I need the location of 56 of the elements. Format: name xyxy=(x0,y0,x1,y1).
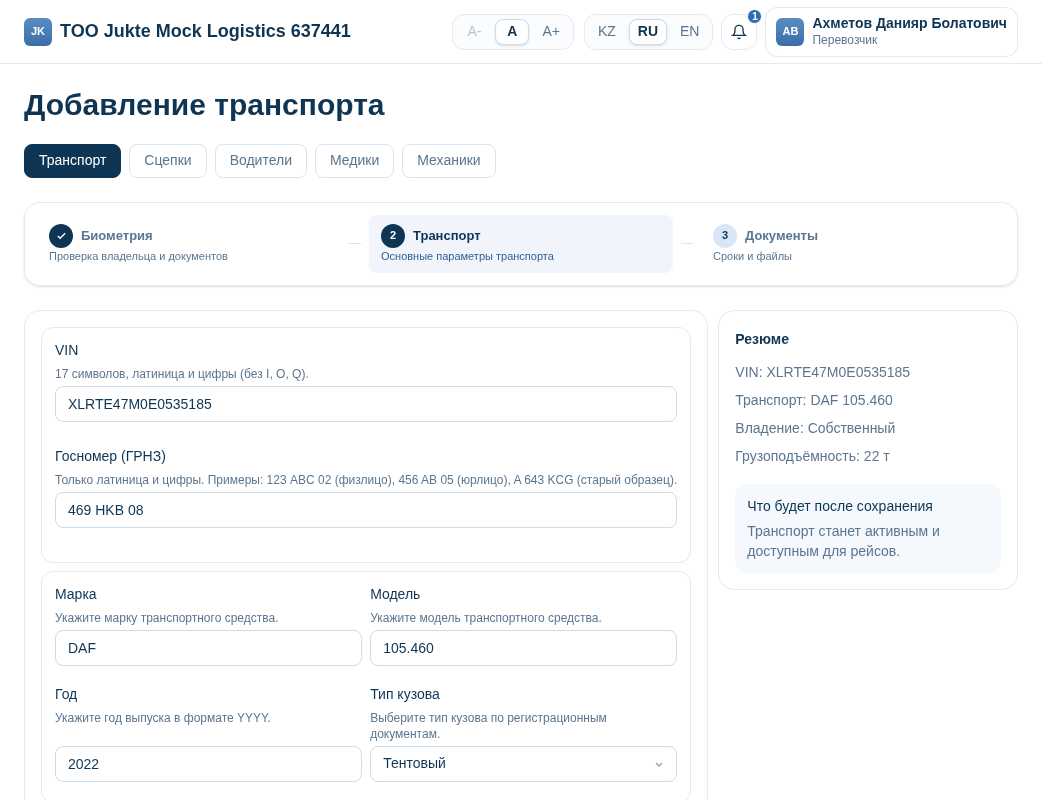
input-field[interactable]: XLRTE47M0E0535185 xyxy=(55,385,678,422)
step-subtitle: Проверка владельца и документов xyxy=(49,248,229,264)
current-step[interactable]: 2 Транспорт Основные параметры транспорта xyxy=(369,214,673,273)
step-number: 3 xyxy=(713,223,737,248)
field-label: Госномер (ГРНЗ) xyxy=(55,446,167,466)
step[interactable]: 3 Документы Сроки и файлы xyxy=(701,214,1005,273)
toggle-option[interactable]: RU xyxy=(628,18,667,45)
tab[interactable]: Механики xyxy=(402,143,496,178)
summary-title: Резюме xyxy=(735,329,790,349)
step[interactable]: Биометрия Проверка владельца и документов xyxy=(37,214,341,273)
user-name: Ахметов Данияр Болатович xyxy=(812,15,1007,33)
step-subtitle: Сроки и файлы xyxy=(713,248,794,264)
bell-icon xyxy=(731,23,748,40)
user-role: Перевозчик xyxy=(812,32,879,48)
page-title: Добавление транспорта xyxy=(24,87,386,123)
field-label: Модель xyxy=(370,584,422,604)
step-number: 2 xyxy=(381,223,405,248)
step-subtitle: Основные параметры транспорта xyxy=(381,248,555,264)
select-value: Тентовый xyxy=(383,754,446,773)
summary-line: Транспорт: DAF 105.460 xyxy=(735,390,894,410)
toggle-option[interactable]: EN xyxy=(671,18,709,45)
user-avatar: AB xyxy=(776,17,805,46)
field-label: Год xyxy=(55,684,79,704)
tab[interactable]: Транспорт xyxy=(24,143,122,178)
notification-badge: 1 xyxy=(747,8,763,24)
input-field[interactable]: 469 HKB 08 xyxy=(55,491,678,528)
field-label: Тип кузова xyxy=(370,684,441,704)
field-label: VIN xyxy=(55,340,80,360)
tab[interactable]: Медики xyxy=(315,143,395,178)
toggle-option[interactable]: KZ xyxy=(588,18,625,45)
user-card[interactable]: AB Ахметов Данияр Болатович Перевозчик xyxy=(765,6,1018,57)
step-title: Транспорт xyxy=(413,226,481,245)
summary-line: VIN: XLRTE47M0E0535185 xyxy=(735,362,912,382)
field-hint: 17 символов, латиница и цифры (без I, O, Q). xyxy=(55,365,310,382)
field-hint: Укажите марку транспортного средства. xyxy=(55,609,280,626)
field-hint: Укажите модель транспортного средства. xyxy=(370,609,603,626)
toggle-option[interactable]: A+ xyxy=(533,18,569,45)
step-title: Биометрия xyxy=(81,226,153,245)
tab[interactable]: Водители xyxy=(214,143,307,178)
field-hint: Только латиница и цифры. Примеры: 123 ABC 02 (физлицо), 456 AB 05 (юрлицо), A 643 KCG (старый образец). xyxy=(55,471,678,488)
summary-line: Грузоподъёмность: 22 т xyxy=(735,446,891,466)
input-field[interactable]: 105.460 xyxy=(370,629,678,666)
input-field[interactable]: DAF xyxy=(55,629,363,666)
logo-badge: JK xyxy=(24,17,52,46)
field-hint: Укажите год выпуска в формате YYYY. xyxy=(55,709,272,727)
company-name: TOO Jukte Mock Logistics 637441 xyxy=(60,20,351,43)
input-field[interactable]: 2022 xyxy=(55,745,363,782)
note-title: Что будет после сохранения xyxy=(747,496,934,516)
step-title: Документы xyxy=(745,226,819,245)
tab[interactable]: Сцепки xyxy=(129,143,207,178)
note-text: Транспорт станет активным и доступным для рейсов. xyxy=(747,521,941,561)
field-hint: Выберите тип кузова по регистрационным документам. xyxy=(370,709,608,742)
field-label: Марка xyxy=(55,584,98,604)
summary-line: Владение: Собственный xyxy=(735,418,897,438)
select-field[interactable]: Тентовый xyxy=(370,745,678,782)
toggle-option[interactable]: A xyxy=(495,18,530,45)
